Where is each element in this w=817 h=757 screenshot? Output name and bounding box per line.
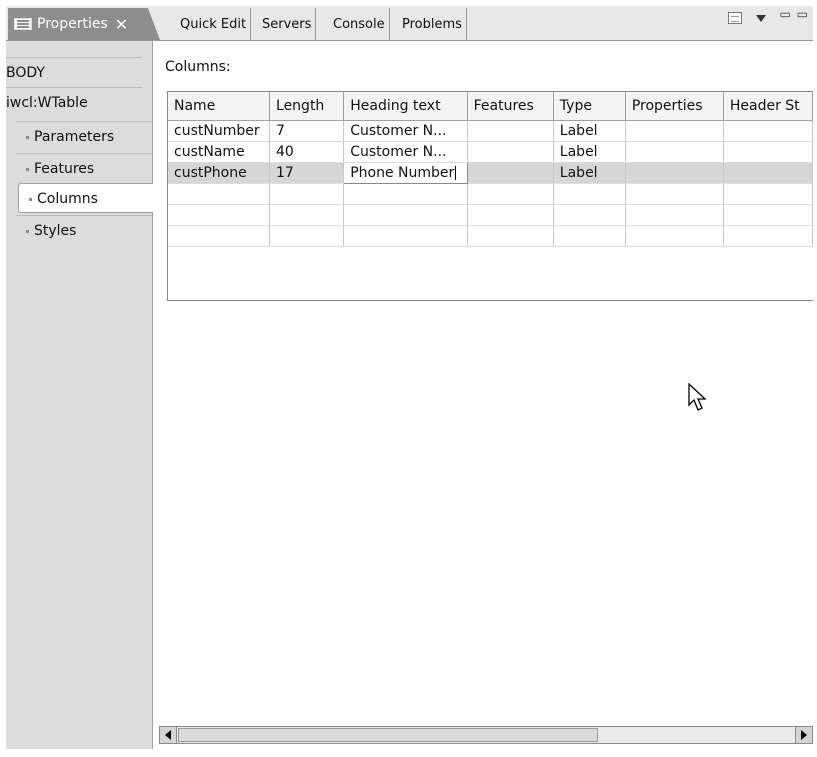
cell-name[interactable]: custName [168,141,271,163]
tab-problems[interactable]: Problems [398,8,467,40]
view-tab-bar: Properties ✕ Quick Edit Servers Console … [6,6,813,41]
sidebar-item-label: Styles [34,223,77,239]
sidebar-item-label: Parameters [34,129,115,145]
cell-properties[interactable] [625,162,724,184]
bullet-icon [26,135,29,139]
text-caret [455,166,457,180]
scroll-right-button[interactable] [795,727,812,743]
tab-properties[interactable]: Properties ✕ [8,8,160,40]
tab-console[interactable]: Console [329,8,390,40]
table-header-row: Name Length Heading text Features Type P… [168,92,813,121]
tab-properties-label: Properties [37,16,108,32]
properties-sidebar: BODY iwcl:WTable Parameters Features Col… [6,41,154,749]
sidebar-item-columns[interactable]: Columns [18,183,154,213]
cell-name[interactable]: custPhone [168,162,271,184]
cell-header-style[interactable] [723,162,813,184]
scrollbar-thumb[interactable] [178,728,598,742]
cell-header-style[interactable] [723,120,813,142]
tab-servers[interactable]: Servers [258,8,317,40]
cell-type[interactable]: Label [553,120,626,142]
minimize-maximize-icon[interactable]: ▭ ▭ [780,7,810,21]
cell-length[interactable]: 17 [269,162,345,184]
bullet-icon [26,229,29,233]
column-header-properties[interactable]: Properties [625,92,724,121]
column-header-length[interactable]: Length [269,92,345,121]
cell-properties[interactable] [625,141,724,163]
table-row-empty[interactable] [168,225,813,247]
sidebar-item-features[interactable]: Features [16,153,152,183]
cell-properties[interactable] [625,120,724,142]
cell-header-style[interactable] [723,141,813,163]
arrow-left-icon [165,730,171,740]
horizontal-scrollbar[interactable] [159,726,813,744]
cell-length[interactable]: 7 [269,120,345,142]
editor-text: Phone Number [350,165,455,181]
cell-heading-text[interactable]: Customer N... [343,141,468,163]
sidebar-item-body[interactable]: BODY [6,57,142,87]
tab-quick-edit[interactable]: Quick Edit [176,8,252,40]
tab-label: Problems [402,16,462,32]
cell-features[interactable] [467,162,554,184]
column-header-header-style[interactable]: Header St [723,92,813,121]
column-header-heading-text[interactable]: Heading text [343,92,468,121]
tab-label: Console [333,16,385,32]
sidebar-item-styles[interactable]: Styles [16,215,152,245]
bullet-icon [29,197,32,201]
cell-type[interactable]: Label [553,141,626,163]
tab-label: Quick Edit [180,16,247,32]
columns-label: Columns: [165,59,231,75]
table-row[interactable]: custNumber 7 Customer N... Label [168,120,813,142]
sidebar-item-label: Columns [37,191,98,207]
bullet-icon [26,167,29,171]
sidebar-item-label: BODY [6,65,45,81]
column-header-name[interactable]: Name [168,92,271,121]
columns-table: Name Length Heading text Features Type P… [167,91,813,301]
tab-label: Servers [262,16,312,32]
close-icon[interactable]: ✕ [115,15,128,34]
chevron-down-icon[interactable] [755,14,766,22]
mouse-pointer-icon [688,383,707,411]
sidebar-item-wtable[interactable]: iwcl:WTable [6,87,142,117]
columns-panel: Columns: Name Length Heading text Featur… [153,41,813,749]
heading-text-editor[interactable]: Phone Number [343,162,468,184]
table-row-empty[interactable] [168,204,813,226]
table-row[interactable]: custName 40 Customer N... Label [168,141,813,163]
cell-heading-text[interactable]: Customer N... [343,120,468,142]
cell-type[interactable]: Label [553,162,626,184]
scroll-left-button[interactable] [160,727,177,743]
cell-name[interactable]: custNumber [168,120,271,142]
sidebar-item-label: Features [34,161,95,177]
cell-features[interactable] [467,141,554,163]
table-row-empty[interactable] [168,183,813,205]
view-menu-icon[interactable] [727,12,742,24]
sidebar-item-parameters[interactable]: Parameters [16,121,152,151]
cell-length[interactable]: 40 [269,141,345,163]
column-header-features[interactable]: Features [467,92,554,121]
sidebar-item-label: iwcl:WTable [6,95,88,111]
table-row-selected[interactable]: custPhone 17 Phone Number Label [168,162,813,184]
column-header-type[interactable]: Type [553,92,626,121]
cell-features[interactable] [467,120,554,142]
properties-view-icon [14,18,32,30]
arrow-right-icon [801,730,807,740]
